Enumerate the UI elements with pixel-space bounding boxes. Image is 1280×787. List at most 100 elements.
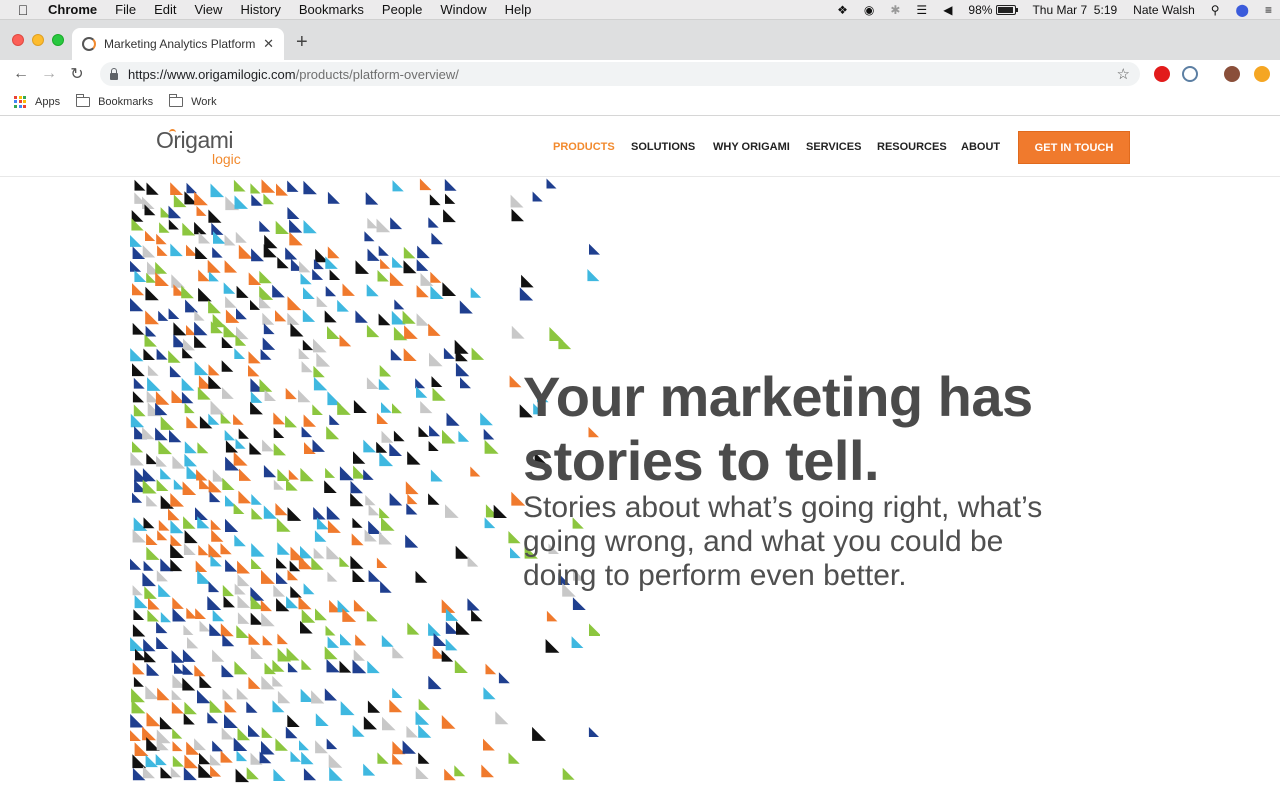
battery-status[interactable]: 98% [960, 3, 1024, 17]
pattern-triangle [444, 768, 456, 781]
menu-file[interactable]: File [106, 2, 145, 17]
hero-subtitle-line: doing to perform even better. [523, 559, 907, 592]
pattern-triangle [288, 469, 299, 480]
volume-icon[interactable]: ◀ [935, 3, 960, 17]
pattern-triangle [224, 260, 238, 273]
pattern-triangle [378, 313, 391, 326]
window-controls [12, 34, 64, 46]
new-tab-icon[interactable]: + [296, 32, 308, 52]
nav-resources[interactable]: RESOURCES [877, 141, 947, 153]
pattern-triangle [233, 451, 248, 466]
pattern-triangle [210, 765, 222, 777]
menu-bookmarks[interactable]: Bookmarks [290, 2, 373, 17]
site-header: Origami logic PRODUCTS SOLUTIONS WHY ORI… [0, 117, 1280, 177]
reload-icon[interactable]: ↻ [63, 64, 91, 84]
menu-window[interactable]: Window [431, 2, 495, 17]
url-path: /products/platform-overview/ [295, 66, 459, 82]
origami-logic-logo[interactable]: Origami logic [156, 127, 252, 167]
pattern-triangle [195, 608, 206, 619]
siri-icon[interactable]: ⬤ [1228, 3, 1257, 17]
bookmark-apps-label: Apps [35, 95, 61, 108]
pattern-triangle [237, 595, 251, 608]
nav-why-origami[interactable]: WHY ORIGAMI [713, 141, 790, 153]
pattern-triangle [287, 312, 300, 325]
update-extension-icon[interactable] [1254, 66, 1270, 82]
adblock-extension-icon[interactable] [1154, 66, 1170, 82]
pattern-triangle [446, 412, 460, 426]
close-tab-icon[interactable]: ✕ [263, 36, 274, 52]
get-in-touch-button[interactable]: GET IN TOUCH [1018, 131, 1130, 164]
pattern-triangle [276, 557, 288, 569]
forward-icon[interactable]: → [35, 65, 63, 83]
spotlight-icon[interactable]: ⚲ [1203, 3, 1228, 17]
pattern-triangle [443, 209, 456, 223]
pattern-triangle [460, 377, 471, 389]
menu-app-name[interactable]: Chrome [46, 2, 106, 17]
menu-history[interactable]: History [231, 2, 289, 17]
pattern-triangle [368, 570, 381, 582]
bookmark-folder-work[interactable]: Work [169, 93, 217, 108]
menu-help[interactable]: Help [496, 2, 541, 17]
pattern-triangle [184, 402, 195, 414]
pattern-triangle [159, 222, 170, 233]
bookmark-star-icon[interactable]: ☆ [1117, 65, 1130, 83]
dropbox-icon[interactable]: ❖ [829, 3, 856, 17]
pattern-triangle [355, 310, 368, 323]
status-area: ❖ ◉ ✱ ☰ ◀ 98% Thu Mar 7 5:19 Nate Walsh … [829, 0, 1280, 20]
pattern-triangle [367, 700, 381, 713]
minimize-window-button[interactable] [32, 34, 44, 46]
pattern-triangle [445, 193, 456, 204]
nav-products[interactable]: PRODUCTS [553, 141, 615, 153]
pattern-triangle [157, 245, 168, 256]
pattern-triangle [199, 675, 212, 688]
pattern-triangle [130, 234, 142, 247]
pattern-triangle [428, 493, 440, 505]
pattern-triangle [355, 260, 369, 274]
bookmark-folder-bookmarks[interactable]: Bookmarks [76, 93, 153, 108]
notification-center-icon[interactable]: ≡ [1257, 3, 1280, 17]
close-window-button[interactable] [12, 34, 24, 46]
wifi-icon[interactable]: ☰ [908, 3, 935, 17]
pattern-triangle [327, 571, 338, 582]
pattern-triangle [261, 179, 276, 193]
pattern-triangle [392, 403, 402, 414]
profile-avatar-icon[interactable] [1224, 66, 1240, 82]
extension-icon[interactable] [1182, 66, 1198, 82]
bluetooth-icon[interactable]: ✱ [882, 3, 908, 17]
nav-services[interactable]: SERVICES [806, 141, 861, 153]
hero-title: Your marketing has stories to tell. [523, 365, 1143, 493]
zoom-window-button[interactable] [52, 34, 64, 46]
nav-about[interactable]: ABOUT [961, 141, 1000, 153]
pattern-triangle [168, 205, 182, 219]
menu-view[interactable]: View [185, 2, 231, 17]
pattern-triangle [326, 659, 340, 673]
nav-solutions[interactable]: SOLUTIONS [631, 141, 695, 153]
password-manager-icon[interactable]: ◉ [856, 3, 882, 17]
address-bar[interactable]: https://www.origamilogic.com/products/pl… [100, 62, 1140, 86]
pattern-triangle [133, 676, 144, 687]
pattern-triangle [132, 492, 143, 503]
pattern-triangle [285, 415, 297, 428]
pattern-triangle [277, 633, 288, 645]
user-name[interactable]: Nate Walsh [1125, 3, 1203, 17]
pattern-triangle [470, 466, 481, 477]
clock[interactable]: Thu Mar 7 5:19 [1024, 3, 1125, 17]
pattern-triangle [234, 534, 246, 547]
pattern-triangle [158, 584, 171, 597]
pattern-triangle [275, 220, 289, 234]
pattern-triangle [208, 375, 222, 389]
pattern-triangle [208, 209, 222, 223]
site-favicon-icon [82, 37, 96, 51]
back-icon[interactable]: ← [7, 65, 35, 83]
hero-title-line: stories to tell. [523, 429, 880, 492]
pattern-triangle [300, 273, 312, 285]
pattern-triangle [183, 338, 195, 351]
pattern-triangle [184, 441, 197, 454]
pattern-triangle [132, 391, 145, 403]
bookmark-apps[interactable]: Apps [14, 95, 61, 108]
menu-people[interactable]: People [373, 2, 431, 17]
tab-active[interactable]: Marketing Analytics Platform | ✕ [72, 28, 284, 60]
pattern-triangle [195, 507, 208, 520]
menu-edit[interactable]: Edit [145, 2, 185, 17]
apple-icon[interactable]:  [0, 2, 46, 18]
